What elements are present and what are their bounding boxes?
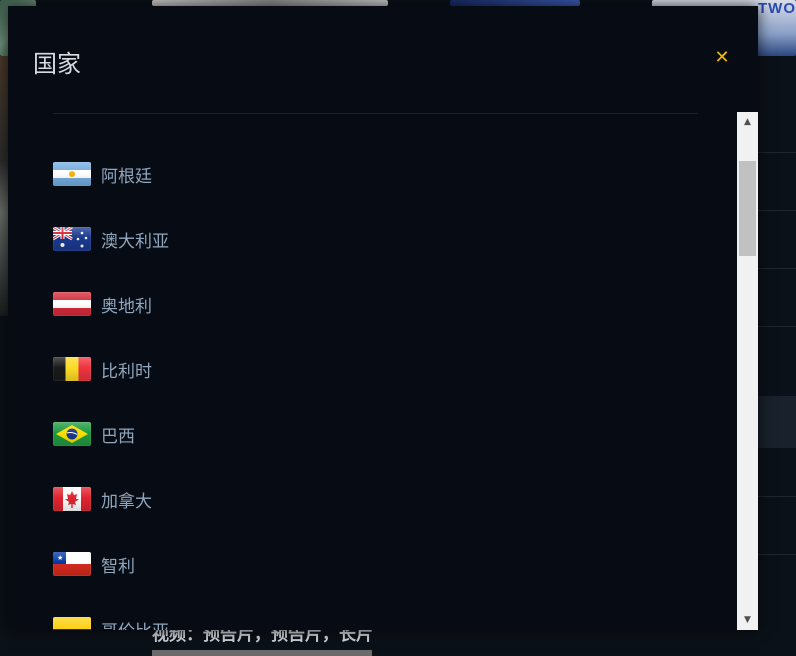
background-right-column [758, 56, 796, 656]
country-name: 奥地利 [101, 296, 152, 317]
brazil-flag-icon [53, 422, 91, 446]
country-name: 加拿大 [101, 491, 152, 512]
background-side-image [0, 56, 8, 316]
austria-flag-icon [53, 292, 91, 316]
background-progress-bar [152, 650, 372, 656]
scrollbar-thumb[interactable] [739, 161, 756, 256]
list-item[interactable]: 澳大利亚 [53, 224, 169, 254]
country-list[interactable]: 阿根廷 澳大利亚 奥地利 比利时 巴西 加拿大 ★ 智利 [8, 114, 737, 630]
scrollbar[interactable]: ▲ ▼ [737, 112, 758, 630]
list-item[interactable]: 阿根廷 [53, 159, 152, 189]
australia-flag-icon [53, 227, 91, 251]
list-item[interactable]: ★ 智利 [53, 549, 135, 579]
scroll-down-arrow-icon[interactable]: ▼ [737, 612, 758, 628]
canada-flag-icon [53, 487, 91, 511]
country-name: 比利时 [101, 361, 152, 382]
scroll-up-arrow-icon[interactable]: ▲ [737, 114, 758, 130]
thumbnail-text: TWO [758, 0, 796, 17]
modal-title: 国家 [33, 50, 81, 78]
chile-flag-icon: ★ [53, 552, 91, 576]
close-icon[interactable]: ✕ [710, 46, 734, 70]
argentina-flag-icon [53, 162, 91, 186]
country-name: 智利 [101, 556, 135, 577]
list-item[interactable]: 奥地利 [53, 289, 152, 319]
list-item[interactable]: 加拿大 [53, 484, 152, 514]
list-item[interactable]: 巴西 [53, 419, 135, 449]
country-name: 巴西 [101, 426, 135, 447]
country-name: 澳大利亚 [101, 231, 169, 252]
list-item[interactable]: 哥伦比亚 [53, 614, 169, 630]
list-item[interactable]: 比利时 [53, 354, 152, 384]
country-name: 哥伦比亚 [101, 617, 169, 631]
belgium-flag-icon [53, 357, 91, 381]
country-modal: 国家 ✕ 阿根廷 澳大利亚 奥地利 比利时 巴西 加拿大 ★ 智利 ▲ ▼ [8, 6, 758, 630]
country-name: 阿根廷 [101, 166, 152, 187]
colombia-flag-icon [53, 617, 91, 630]
